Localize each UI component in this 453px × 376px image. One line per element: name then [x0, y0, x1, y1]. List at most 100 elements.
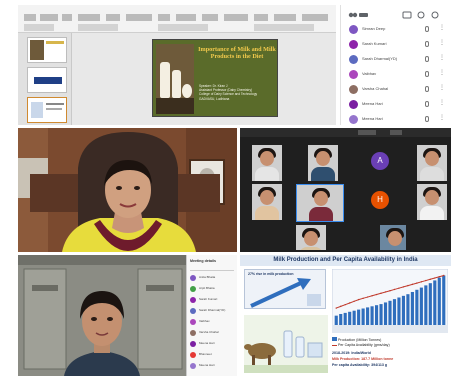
avatar	[190, 352, 196, 358]
participant-row[interactable]: Sarah Kumari ⋮	[345, 38, 449, 51]
meeting-participant[interactable]: Sarah Kumari	[190, 295, 236, 305]
slide-canvas[interactable]: Importance of Milk and Milk Products in …	[72, 33, 336, 125]
participant-video-tile[interactable]	[417, 145, 447, 181]
chart-bar	[370, 306, 374, 325]
chart-bar	[424, 285, 428, 325]
avatar	[190, 275, 196, 281]
chart-bar	[428, 283, 432, 325]
dairy-illustration	[244, 315, 328, 373]
slide-thumbnail[interactable]	[27, 97, 67, 123]
meeting-participant[interactable]: Meena Hari	[190, 339, 236, 349]
meeting-participant[interactable]: Sarah Dharmal(YD)	[190, 306, 236, 316]
meeting-participant[interactable]: Arpit Bhatia	[190, 284, 236, 294]
participant-tab-icons[interactable]	[345, 9, 449, 21]
participant-name: Varsha Chahal	[362, 86, 389, 91]
participant-video-tile[interactable]	[380, 225, 406, 250]
ribbon-toolbar[interactable]	[18, 5, 336, 33]
legend-item: Production (Million Tonnes)	[332, 337, 381, 342]
rise-arrow-icon	[250, 278, 321, 308]
chart-bar	[383, 302, 388, 325]
participant-name: Sarah Kumari	[362, 41, 387, 46]
participant-row[interactable]: Meena Hari ⋮	[345, 98, 449, 111]
avatar	[349, 40, 358, 49]
participant-name: Sarah Kumari	[199, 297, 218, 301]
chart-slide: Milk Production and Per Capita Availabil…	[240, 255, 451, 376]
participant-row[interactable]: Vaibhav ⋮	[345, 68, 449, 81]
avatar	[190, 308, 196, 314]
mic-icon[interactable]	[425, 26, 429, 32]
participant-name: Anita Bhatia	[199, 275, 216, 279]
mic-icon[interactable]	[425, 71, 429, 77]
mic-icon[interactable]	[425, 86, 429, 92]
slide-subtitle: Speaker: Dr. Kiran J Assistant Professor…	[199, 84, 258, 101]
participant-name: Vaibhav	[199, 319, 210, 323]
video-grid: A H	[240, 128, 451, 252]
participant-row[interactable]: Meena Hari ⋮	[345, 113, 449, 125]
avatar	[190, 297, 196, 303]
slide-thumbnail-pane[interactable]	[18, 33, 72, 125]
slide-thumbnail[interactable]	[27, 37, 67, 63]
chart-bar	[379, 304, 383, 325]
more-options-icon[interactable]: ⋮	[439, 25, 445, 31]
legend-item: Per Capita Availability (gms/day)	[332, 343, 390, 347]
avatar	[190, 363, 196, 369]
participant-name: Varsha Chahal	[199, 330, 219, 334]
participant-row[interactable]: Varsha Chahal ⋮	[345, 83, 449, 96]
production-rise-inset: 27% rise in milk production	[244, 269, 326, 309]
participants-panel: Simran Deep ⋮ Sarah Kumari ⋮ Sarah Dharm…	[340, 5, 450, 125]
more-options-icon[interactable]: ⋮	[439, 40, 445, 46]
avatar	[190, 286, 196, 292]
meeting-participant[interactable]: Meena Hari	[190, 361, 236, 371]
presentation-window: Importance of Milk and Milk Products in …	[18, 5, 336, 125]
meeting-participant[interactable]: Vaibhav	[190, 317, 236, 327]
participant-video-tile[interactable]	[296, 225, 326, 250]
slide-thumbnail[interactable]	[27, 67, 67, 93]
avatar	[349, 70, 358, 79]
chart-bar	[343, 312, 347, 325]
chart-bar	[415, 289, 419, 325]
fact-line: 2018-2019: India/World	[332, 351, 371, 355]
participant-video-tile[interactable]	[252, 184, 282, 220]
participant-initial-avatar[interactable]: A	[371, 152, 389, 170]
mic-icon[interactable]	[425, 56, 429, 62]
meeting-participant[interactable]: Varsha Chahal	[190, 328, 236, 338]
active-speaker-tile[interactable]	[296, 184, 344, 222]
chart-bar	[401, 295, 406, 325]
more-options-icon[interactable]: ⋮	[439, 70, 445, 76]
participants-header	[345, 8, 449, 20]
participant-name: Simran Deep	[362, 26, 386, 31]
grid-topbar	[240, 128, 451, 137]
avatar	[190, 330, 196, 336]
chart-bar	[352, 310, 356, 325]
participant-row[interactable]: Simran Deep ⋮	[345, 23, 449, 36]
chart-bar	[410, 291, 414, 325]
chart-bar	[388, 300, 392, 325]
participant-video-tile[interactable]	[252, 145, 282, 181]
more-options-icon[interactable]: ⋮	[439, 85, 445, 91]
avatar	[190, 341, 196, 347]
meeting-participant[interactable]: Bhavneet	[190, 350, 236, 360]
more-options-icon[interactable]: ⋮	[439, 55, 445, 61]
participant-name: Meena Hari	[199, 341, 215, 345]
participant-name: Bhavneet	[199, 352, 212, 356]
avatar	[349, 55, 358, 64]
participant-video-tile[interactable]	[308, 145, 338, 181]
chart-bar	[334, 315, 338, 325]
mic-icon[interactable]	[425, 101, 429, 107]
milk-bottles-image	[156, 44, 194, 114]
chart-bar	[357, 309, 361, 325]
participant-name: Vaibhav	[362, 71, 377, 76]
participant-video-tile[interactable]	[417, 184, 447, 220]
meeting-participant[interactable]: Anita Bhatia	[190, 273, 236, 283]
participant-name: Sarah Dharmal(YD)	[199, 308, 226, 312]
mic-icon[interactable]	[425, 41, 429, 47]
speaker-webcam-frame	[18, 128, 237, 252]
chart-bar	[442, 275, 446, 325]
more-options-icon[interactable]: ⋮	[439, 115, 445, 121]
more-options-icon[interactable]: ⋮	[439, 100, 445, 106]
participant-row[interactable]: Sarah Dharmal(YD) ⋮	[345, 53, 449, 66]
meeting-details-header: Meeting details	[190, 259, 216, 263]
participant-initial-avatar[interactable]: H	[371, 191, 389, 209]
chart-bar	[339, 313, 343, 325]
mic-icon[interactable]	[425, 116, 429, 122]
